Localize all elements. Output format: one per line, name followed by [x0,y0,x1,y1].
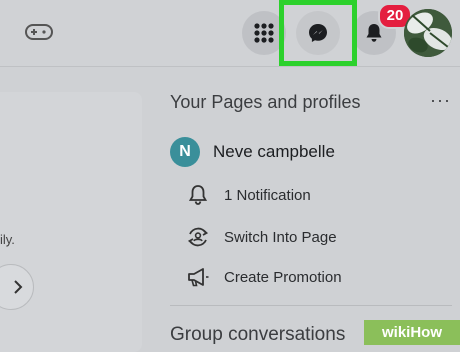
megaphone-icon [188,268,209,287]
switch-profile-icon [187,227,209,247]
top-navigation-bar: 20 [0,0,460,67]
bell-icon [188,185,208,205]
messenger-highlight-box [279,0,357,66]
page-notification-item[interactable]: 1 Notification [186,184,311,206]
create-promotion-label: Create Promotion [224,268,342,286]
plant-leaf-avatar-icon [404,9,452,57]
page-name: Neve campbelle [213,142,335,161]
watermark: wikiHow [364,320,460,345]
page-profile-item[interactable]: N Neve campbelle [170,137,335,167]
left-card-text-fragment: ily. [0,232,15,247]
profile-avatar[interactable] [404,9,452,57]
notification-label: 1 Notification [224,186,311,204]
section-divider [170,305,452,306]
page-avatar: N [170,137,200,167]
switch-into-page-label: Switch Into Page [224,228,337,246]
left-content-card [0,92,142,352]
gaming-icon[interactable] [24,20,54,44]
group-conversations-title: Group conversations [170,324,346,345]
pages-section-title: Your Pages and profiles [170,92,361,112]
chevron-right-icon [14,280,23,294]
create-promotion-item[interactable]: Create Promotion [186,266,342,288]
grid-menu-icon [254,23,274,43]
switch-into-page-item[interactable]: Switch Into Page [186,226,337,248]
more-options-button[interactable]: ··· [430,90,451,111]
